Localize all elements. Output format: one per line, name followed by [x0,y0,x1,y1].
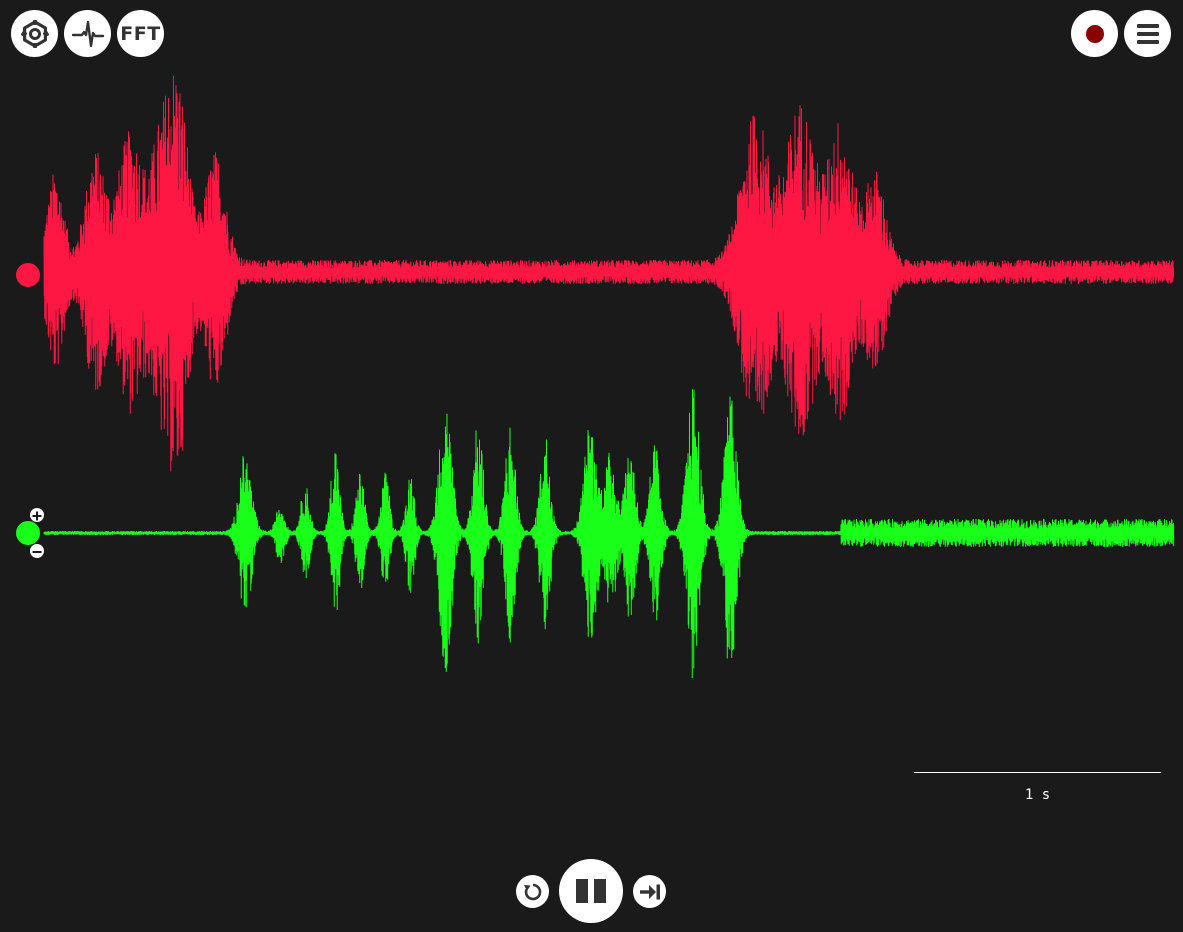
ch2-group-trace [43,389,1175,679]
record-button[interactable] [1071,10,1118,57]
channel-2-waveform [43,389,1175,679]
skip-to-end-button[interactable] [633,875,666,908]
minus-icon [32,542,42,561]
record-icon [1085,24,1105,44]
channel-1-handle[interactable] [16,263,46,291]
timescale-bar [914,772,1161,773]
settings-button[interactable] [11,10,58,57]
gear-icon [20,19,50,49]
zoom-in-button[interactable] [30,508,44,522]
plus-icon [32,506,42,525]
rewind-icon [522,881,544,903]
threshold-button[interactable] [64,10,111,57]
spike-waveform-icon [71,19,105,49]
timescale-label: 1 s [1024,787,1051,803]
hamburger-menu-icon [1135,21,1161,47]
skip-to-end-icon [638,882,662,902]
pause-button[interactable] [559,859,623,923]
fft-label: FFT [120,22,161,45]
channel-1-waveform [43,75,1175,472]
fft-button[interactable]: FFT [117,10,164,57]
pause-icon [574,878,608,904]
spike-recorder-app: FFT 1 s [0,0,1183,932]
rewind-button[interactable] [516,875,549,908]
zoom-out-button[interactable] [30,544,44,558]
menu-button[interactable] [1124,10,1171,57]
ch1-group-trace [43,75,1175,472]
